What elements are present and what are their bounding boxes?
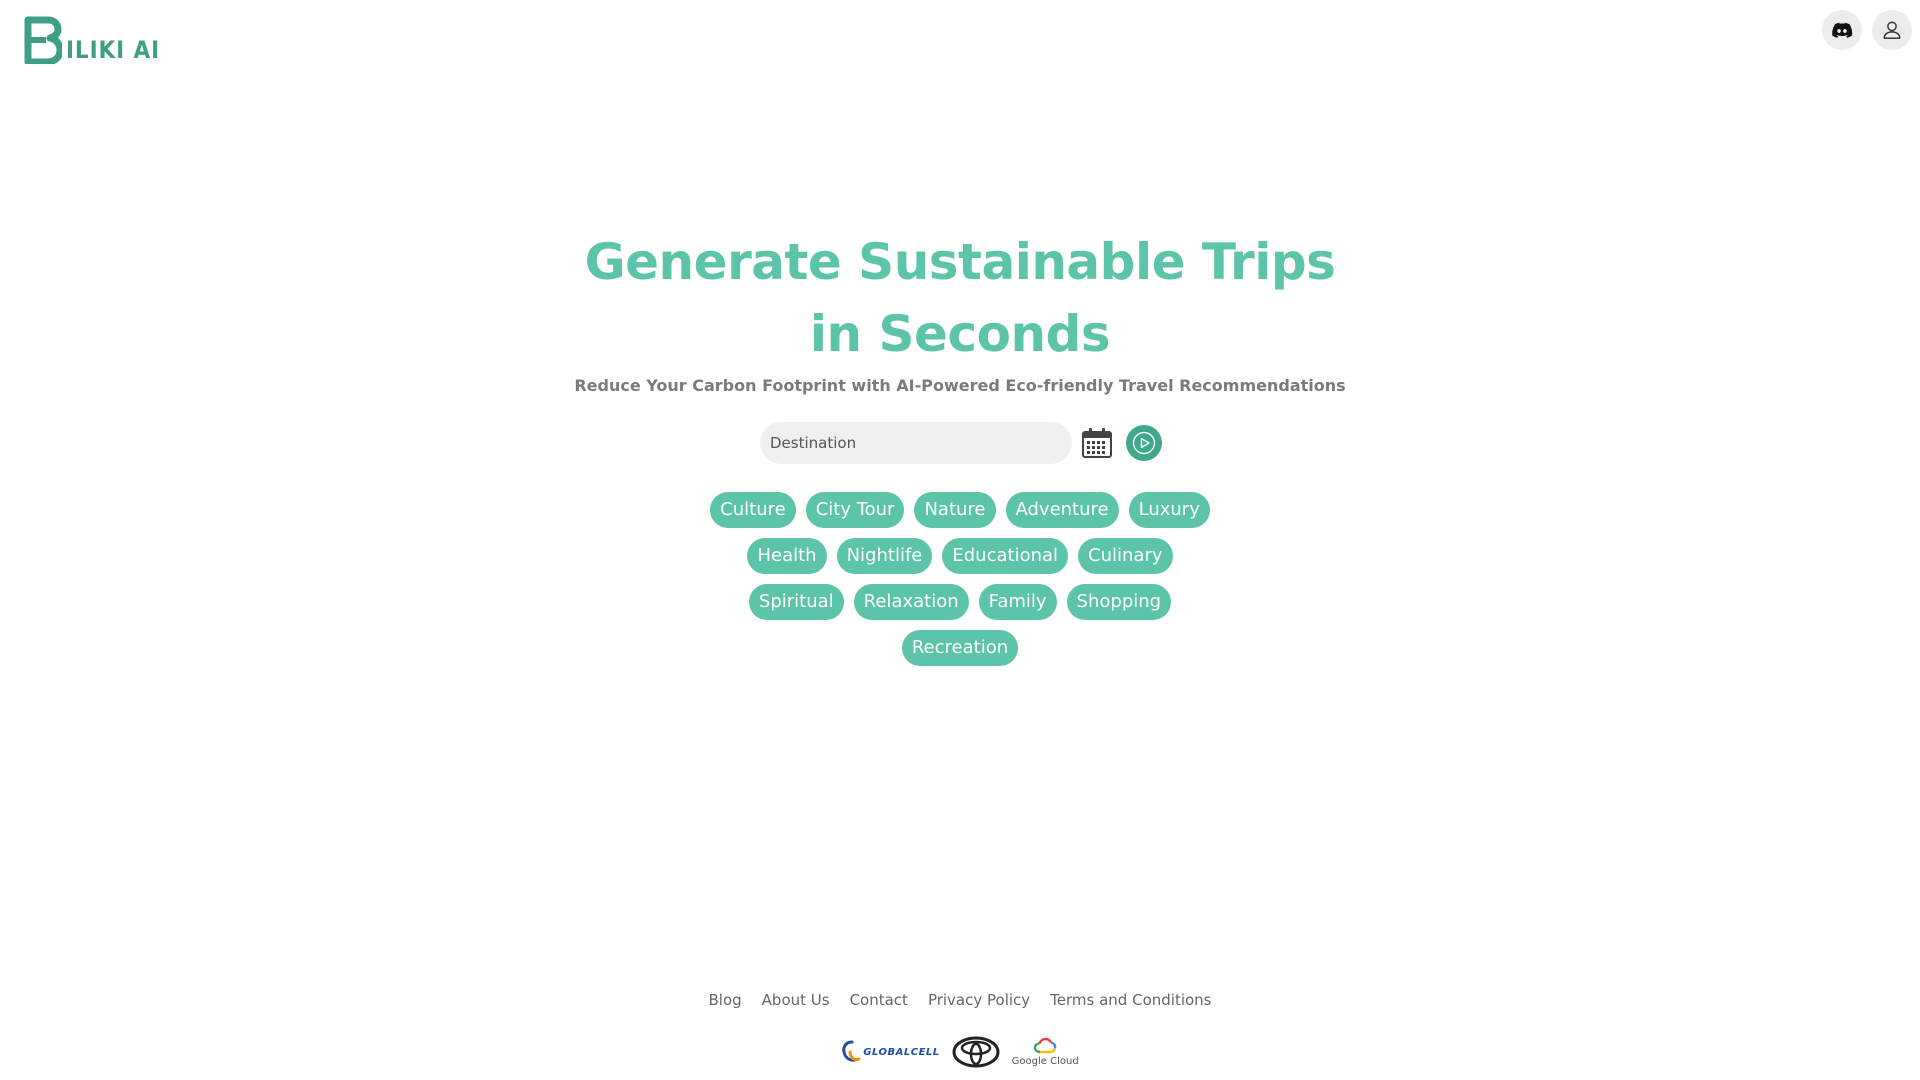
tag-row-4: Recreation [901,630,1019,666]
profile-button[interactable] [1872,10,1912,50]
hero-title-line-2: in Seconds [809,305,1111,363]
google-cloud-icon [1033,1037,1057,1053]
category-tags: Culture City Tour Nature Adventure Luxur… [0,492,1920,666]
user-icon [1883,21,1901,39]
header-actions [1822,10,1912,50]
tag-row-1: Culture City Tour Nature Adventure Luxur… [710,492,1210,528]
globalcell-swirl-icon [842,1040,861,1062]
tag-culinary[interactable]: Culinary [1078,538,1173,574]
destination-input[interactable] [760,422,1072,464]
tag-spiritual[interactable]: Spiritual [748,584,844,620]
footer-link-privacy[interactable]: Privacy Policy [928,991,1030,1009]
hero-title-line-1: Generate Sustainable Trips [584,233,1336,291]
discord-button[interactable] [1822,10,1862,50]
toyota-logo-icon [952,1036,1000,1068]
tag-city-tour[interactable]: City Tour [805,492,905,528]
hero: Generate Sustainable Trips in Seconds Re… [0,226,1920,395]
tag-culture[interactable]: Culture [710,492,796,528]
calendar-icon [1082,428,1112,458]
globalcell-wordmark: GLOBALCELL [863,1046,940,1058]
hero-subtitle: Reduce Your Carbon Footprint with AI-Pow… [574,376,1346,395]
play-icon [1132,431,1156,455]
footer-link-contact[interactable]: Contact [850,991,908,1009]
tag-recreation[interactable]: Recreation [901,630,1019,666]
search-bar [760,422,1162,464]
tag-row-3: Spiritual Relaxation Family Shopping [748,584,1172,620]
page: ILIKI AI Generate Sustainable Trips in S… [0,0,1920,1080]
footer-link-terms[interactable]: Terms and Conditions [1050,991,1211,1009]
tag-adventure[interactable]: Adventure [1005,492,1119,528]
brand-name: ILIKI AI [66,36,161,64]
partner-logos: GLOBALCELL Google Cloud [0,1036,1920,1068]
tag-nature[interactable]: Nature [914,492,996,528]
logo-mark-icon [24,16,62,64]
globalcell-logo: GLOBALCELL [841,1039,939,1065]
brand-logo[interactable]: ILIKI AI [24,16,171,64]
hero-title: Generate Sustainable Trips in Seconds [0,226,1920,370]
tag-relaxation[interactable]: Relaxation [853,584,969,620]
tag-educational[interactable]: Educational [942,538,1069,574]
footer-link-blog[interactable]: Blog [708,991,741,1009]
google-cloud-wordmark: Google Cloud [1011,1055,1079,1067]
tag-family[interactable]: Family [978,584,1057,620]
tag-shopping[interactable]: Shopping [1066,584,1172,620]
footer-links: Blog About Us Contact Privacy Policy Ter… [0,991,1920,1009]
footer-link-about[interactable]: About Us [762,991,830,1009]
discord-icon [1832,22,1853,38]
tag-luxury[interactable]: Luxury [1128,492,1210,528]
toyota-logo [952,1036,1000,1068]
google-cloud-logo: Google Cloud [1011,1037,1079,1067]
tag-nightlife[interactable]: Nightlife [836,538,933,574]
date-picker-button[interactable] [1080,426,1114,460]
tag-health[interactable]: Health [747,538,827,574]
generate-button[interactable] [1126,425,1162,461]
tag-row-2: Health Nightlife Educational Culinary [747,538,1173,574]
